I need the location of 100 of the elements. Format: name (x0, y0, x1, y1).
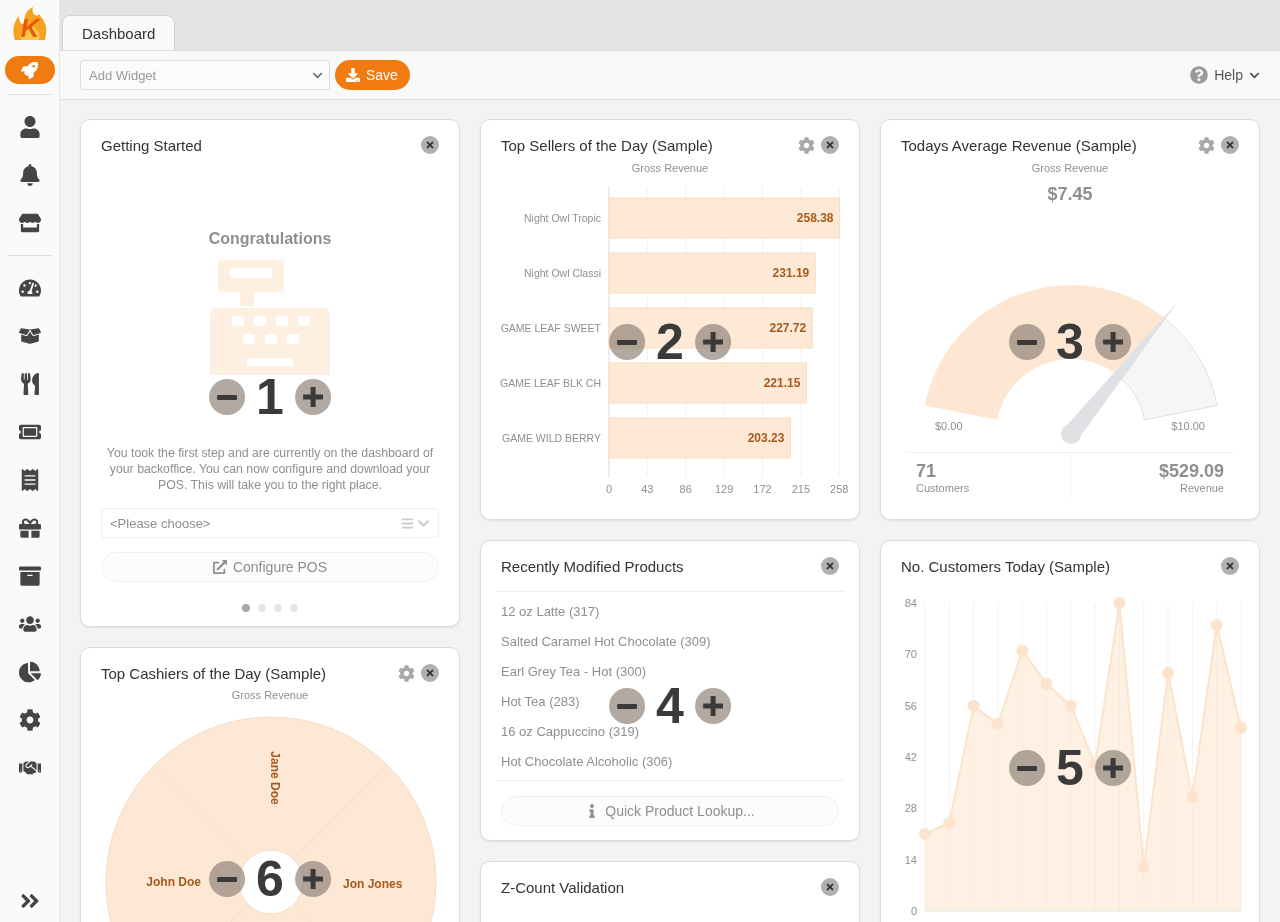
tick-label: 258 (830, 483, 849, 495)
close-button[interactable] (821, 878, 839, 896)
open-box-icon (18, 325, 41, 347)
stat-value: $529.09 (1158, 461, 1224, 482)
slice-label: Jane Doe (268, 751, 282, 805)
widget-number: 2 (656, 317, 684, 367)
chart-subtitle: Gross Revenue (1031, 162, 1109, 174)
minus-icon (217, 876, 238, 882)
close-button[interactable] (821, 557, 839, 575)
decrease-button[interactable] (609, 324, 646, 360)
rocket-icon (21, 61, 38, 79)
product-item[interactable]: 12 oz Latte (317) (501, 596, 600, 626)
increase-button[interactable] (1094, 324, 1131, 360)
widget-number: 1 (256, 372, 284, 422)
tick-label: 56 (904, 699, 917, 712)
category-label: Night Owl Classi (523, 267, 601, 279)
widget-title: Top Sellers of the Day (Sample) (501, 136, 713, 154)
plus-icon (1102, 758, 1123, 778)
tick-label: 215 (791, 483, 811, 495)
tick-label: 42 (904, 751, 917, 763)
tick-label: 84 (904, 597, 917, 609)
product-item[interactable]: Salted Caramel Hot Chocolate (309) (501, 626, 711, 656)
close-button[interactable] (421, 136, 439, 154)
close-icon (425, 140, 435, 150)
value-label: 258.38 (796, 211, 834, 225)
minus-icon (1017, 339, 1038, 345)
data-point (1064, 699, 1077, 712)
data-point (1040, 677, 1053, 690)
close-icon (825, 882, 835, 892)
close-button[interactable] (421, 664, 439, 682)
stat-label: Customers (916, 482, 970, 494)
gift-icon (18, 517, 41, 539)
product-item[interactable]: 16 oz Cappuccino (319) (501, 716, 640, 746)
close-button[interactable] (821, 136, 839, 154)
pie-chart-icon (18, 661, 41, 683)
category-label: GAME LEAF SWEET (500, 322, 601, 334)
store-icon (18, 212, 41, 234)
tick-label: 129 (714, 483, 734, 495)
bell-icon (18, 164, 41, 186)
drawers-icon (18, 565, 41, 587)
min-label: $0.00 (935, 420, 963, 432)
product-item[interactable]: Hot Tea (283) (501, 686, 580, 716)
tick-label: 28 (904, 802, 917, 815)
value-label: 221.15 (763, 376, 801, 390)
widget-number: 6 (256, 854, 284, 904)
intro-text: You took the first step and are currently on the dashboard of your backoffice. You can now configure and download your POS. This will take you to the right place. (105, 445, 435, 493)
close-icon (425, 668, 435, 678)
help-icon (1190, 66, 1209, 84)
add-widget-select[interactable]: Add Widget (80, 60, 330, 90)
tab[interactable]: Dashboard (62, 15, 176, 51)
max-label: $10.00 (1171, 420, 1205, 432)
close-button[interactable] (1221, 557, 1239, 575)
chart-title: Gross Revenue (631, 162, 709, 174)
increase-button[interactable] (294, 861, 331, 897)
plus-icon (302, 387, 323, 407)
tick-label: 172 (753, 483, 772, 495)
data-point (967, 699, 980, 712)
pos-select[interactable]: <Please choose> (101, 508, 439, 538)
category-label: GAME LEAF BLK CH (500, 377, 601, 389)
decrease-button[interactable] (1009, 750, 1046, 786)
increase-button[interactable] (694, 324, 731, 360)
minus-icon (1017, 765, 1038, 771)
page-dot[interactable] (242, 604, 250, 612)
data-point (1113, 597, 1126, 609)
plus-icon (702, 332, 723, 352)
category-label: GAME WILD BERRY (502, 432, 601, 444)
chart-subtitle: Gross Revenue (231, 689, 309, 701)
widget-title: Todays Average Revenue (Sample) (901, 136, 1137, 154)
utensils-icon (18, 373, 41, 395)
close-icon (825, 561, 835, 571)
widget-title: Z-Count Validation (501, 878, 625, 896)
value-label: 231.19 (772, 266, 810, 280)
increase-button[interactable] (1094, 750, 1131, 786)
decrease-button[interactable] (609, 688, 646, 724)
settings-icon (1198, 136, 1215, 154)
settings-icon (398, 664, 415, 682)
help-button[interactable]: Help (1190, 66, 1260, 84)
close-button[interactable] (1221, 136, 1239, 154)
download-icon (346, 68, 360, 82)
widget-title: Recently Modified Products (501, 557, 684, 575)
tick-label: 14 (904, 853, 917, 866)
widget-number: 4 (656, 681, 684, 731)
minus-icon (617, 339, 638, 345)
decrease-button[interactable] (1009, 324, 1046, 360)
minus-icon (217, 394, 238, 400)
configure-button[interactable]: Configure POS (101, 552, 439, 582)
save-button[interactable]: Save (335, 60, 410, 90)
decrease-button[interactable] (209, 379, 246, 415)
cash-register-icon (210, 260, 330, 375)
close-icon (825, 140, 835, 150)
increase-button[interactable] (694, 688, 731, 724)
product-item[interactable]: Hot Chocolate Alcoholic (306) (501, 746, 673, 776)
product-item[interactable]: Earl Grey Tea - Hot (300) (501, 656, 646, 686)
decrease-button[interactable] (209, 861, 246, 897)
settings-icon (798, 136, 815, 154)
data-point (991, 718, 1004, 730)
lookup-button[interactable]: Quick Product Lookup... (501, 796, 839, 826)
minus-icon (617, 703, 638, 709)
increase-button[interactable] (294, 379, 331, 415)
settings-icon (18, 709, 41, 731)
